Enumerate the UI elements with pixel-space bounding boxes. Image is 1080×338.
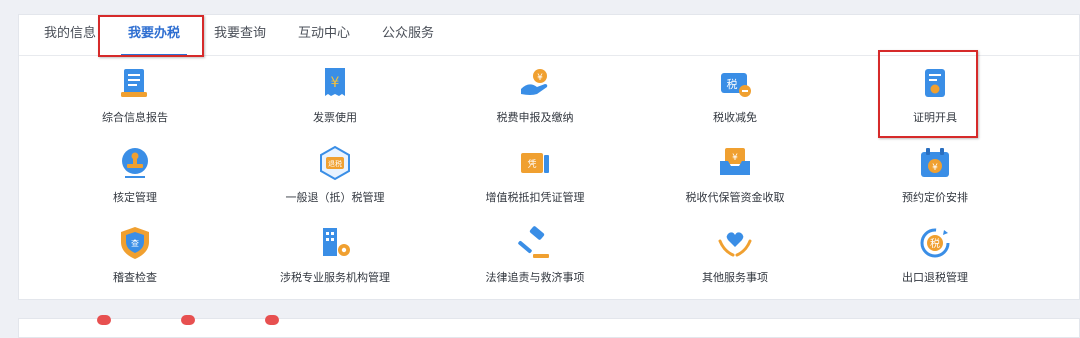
- service-label: 税费申报及缴纳: [496, 111, 574, 124]
- service-item[interactable]: ¥ 发票使用: [235, 65, 435, 137]
- service-item[interactable]: 涉税专业服务机构管理: [235, 225, 435, 297]
- tax-reduction-icon: 税: [721, 73, 751, 97]
- svg-text:凭: 凭: [527, 158, 536, 170]
- service-label: 预约定价安排: [902, 191, 968, 204]
- service-label: 涉税专业服务机构管理: [280, 271, 390, 284]
- service-item[interactable]: ¥ 税收代保管资金收取: [635, 145, 835, 217]
- tab-label: 互动中心: [297, 26, 350, 41]
- gavel-icon: [518, 226, 549, 258]
- stamp-icon: [122, 148, 148, 178]
- service-item[interactable]: 退税 一般退（抵）税管理: [235, 145, 435, 217]
- tab-query[interactable]: 我要查询: [205, 15, 275, 55]
- service-label: 一般退（抵）税管理: [285, 191, 385, 204]
- service-item[interactable]: ¥ 预约定价安排: [835, 145, 1035, 217]
- service-label: 发票使用: [313, 111, 357, 124]
- service-item[interactable]: 法律追责与救济事项: [435, 225, 635, 297]
- service-label: 税收减免: [713, 111, 757, 124]
- tab-label: 我的信息: [43, 26, 96, 41]
- svg-text:¥: ¥: [732, 153, 738, 163]
- heart-hands-icon: [718, 232, 752, 257]
- voucher-icon: 凭: [521, 153, 549, 173]
- service-label: 法律追责与救济事项: [485, 271, 585, 284]
- service-item[interactable]: 税 税收减免: [635, 65, 835, 137]
- tax-refund-icon: 退税: [320, 145, 350, 181]
- document-icon: [121, 69, 147, 97]
- highlight-box-active-tab: [98, 15, 204, 57]
- notification-dot: [265, 315, 279, 325]
- service-label: 其他服务事项: [702, 271, 768, 284]
- service-label: 出口退税管理: [902, 271, 968, 284]
- service-item[interactable]: 核定管理: [35, 145, 235, 217]
- tab-label: 公众服务: [381, 26, 434, 41]
- service-item[interactable]: 综合信息报告: [35, 65, 235, 137]
- svg-text:查: 查: [131, 238, 139, 248]
- tab-label: 我要查询: [213, 26, 266, 41]
- lower-panel: [18, 315, 1080, 338]
- tab-public-service[interactable]: 公众服务: [373, 15, 443, 55]
- fund-box-icon: ¥: [720, 148, 750, 175]
- service-label: 综合信息报告: [102, 111, 168, 124]
- service-label: 税收代保管资金收取: [685, 191, 785, 204]
- service-item[interactable]: 税 出口退税管理: [835, 225, 1035, 297]
- highlight-box-certificate: [878, 50, 978, 138]
- svg-text:税: 税: [727, 77, 738, 91]
- notification-dot: [181, 315, 195, 325]
- hand-coin-icon: ¥: [521, 69, 548, 95]
- service-label: 增值税抵扣凭证管理: [485, 191, 585, 204]
- svg-text:¥: ¥: [331, 75, 340, 91]
- tab-interaction[interactable]: 互动中心: [289, 15, 359, 55]
- service-label: 核定管理: [113, 191, 157, 204]
- svg-text:退税: 退税: [328, 159, 342, 168]
- svg-text:¥: ¥: [932, 163, 938, 173]
- svg-text:¥: ¥: [537, 73, 543, 83]
- svg-text:税: 税: [930, 237, 940, 250]
- service-item[interactable]: ¥ 税费申报及缴纳: [435, 65, 635, 137]
- calendar-yen-icon: ¥: [921, 148, 949, 177]
- service-label: 稽查检查: [113, 271, 157, 284]
- notification-dot: [97, 315, 111, 325]
- service-item[interactable]: 查 稽查检查: [35, 225, 235, 297]
- shield-check-icon: 查: [121, 227, 149, 259]
- tab-my-info[interactable]: 我的信息: [35, 15, 105, 55]
- service-item[interactable]: 其他服务事项: [635, 225, 835, 297]
- building-gear-icon: [323, 228, 350, 256]
- tax-return-icon: 税: [920, 228, 950, 258]
- invoice-yen-icon: ¥: [325, 68, 345, 96]
- service-item[interactable]: 凭 增值税抵扣凭证管理: [435, 145, 635, 217]
